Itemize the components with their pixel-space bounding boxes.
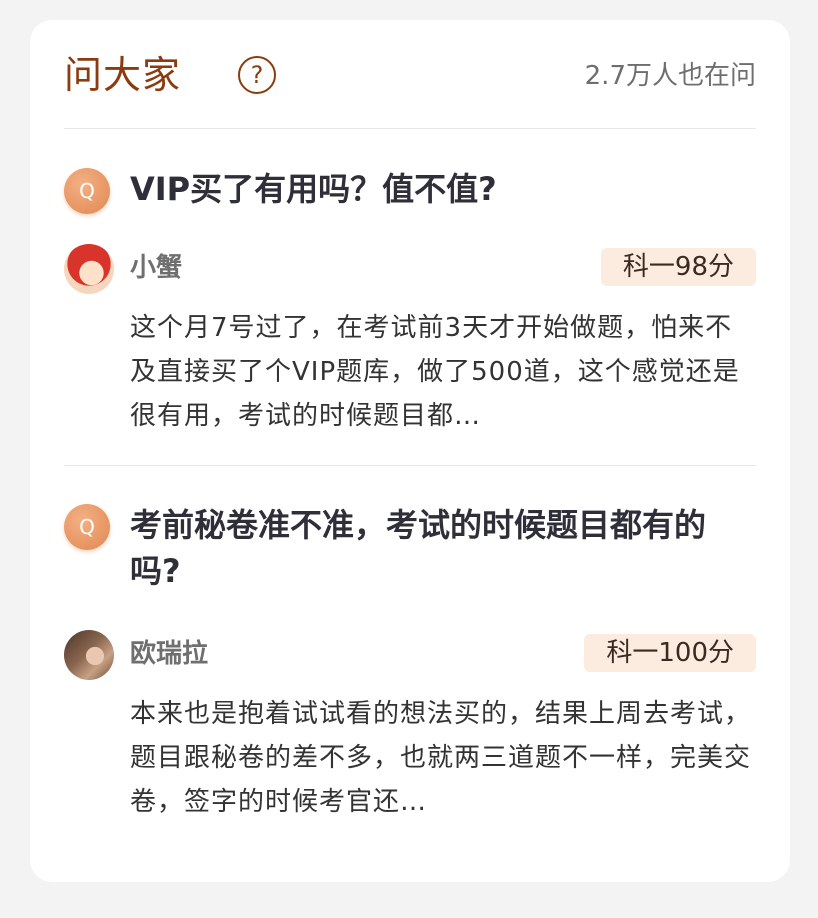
answer-item[interactable]: 欧瑞拉 科一100分 本来也是抱着试试看的想法买的，结果上周去考试，题目跟秘卷的… [64,630,756,830]
user-name: 小蟹 [130,253,183,283]
question-item[interactable]: Q VIP买了有用吗？值不值? [64,168,756,218]
question-icon: Q [64,504,110,550]
question-text[interactable]: 考前秘卷准不准，考试的时候题目都有的吗? [130,502,756,594]
avatar [64,244,114,294]
divider [64,128,756,129]
answer-text[interactable]: 这个月7号过了，在考试前3天才开始做题，怕来不及直接买了个VIP题库，做了500… [130,306,756,438]
question-item[interactable]: Q 考前秘卷准不准，考试的时候题目都有的吗? [64,504,756,604]
divider [64,465,756,466]
score-badge: 科一100分 [584,634,756,672]
question-icon: Q [64,168,110,214]
asking-count[interactable]: 2.7万人也在问 [585,58,756,94]
avatar [64,630,114,680]
answer-item[interactable]: 小蟹 科一98分 这个月7号过了，在考试前3天才开始做题，怕来不及直接买了个VI… [64,244,756,444]
question-text[interactable]: VIP买了有用吗？值不值? [130,166,756,212]
card-header: 问大家 ? 2.7万人也在问 [64,52,756,112]
score-badge: 科一98分 [600,248,756,286]
ask-everyone-card: 问大家 ? 2.7万人也在问 Q VIP买了有用吗？值不值? 小蟹 科一98分 … [30,20,790,882]
section-title: 问大家 [64,53,182,97]
user-name: 欧瑞拉 [130,639,209,669]
help-icon[interactable]: ? [238,56,276,94]
answer-text[interactable]: 本来也是抱着试试看的想法买的，结果上周去考试，题目跟秘卷的差不多，也就两三道题不… [130,692,756,824]
